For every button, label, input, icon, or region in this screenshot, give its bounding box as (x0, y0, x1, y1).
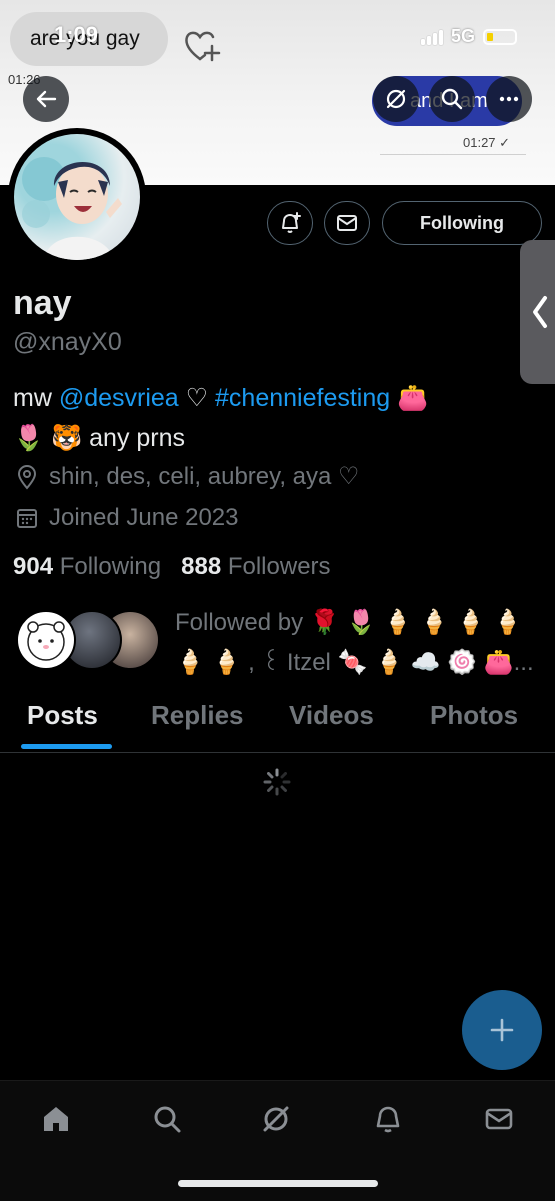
more-button[interactable] (486, 76, 532, 122)
compose-button[interactable] (462, 990, 542, 1070)
bio-emoji: 👛 (390, 384, 429, 412)
bio-line-2: 🌷 🐯 any prns (13, 424, 186, 452)
notifications-icon[interactable] (372, 1103, 404, 1135)
signal-icon (420, 29, 443, 45)
location-row: shin, des, celi, aubrey, aya ♡ (15, 462, 360, 491)
chevron-left-icon (533, 296, 547, 328)
status-indicators: 5G (420, 26, 517, 47)
status-time: 1:09 (54, 22, 99, 47)
avatar-image (14, 134, 140, 260)
home-icon[interactable] (40, 1103, 72, 1135)
search-icon[interactable] (151, 1103, 183, 1135)
followers-count: 888 (181, 553, 222, 580)
profile-avatar[interactable] (8, 128, 146, 266)
grok-button[interactable] (373, 76, 419, 122)
back-button[interactable] (23, 76, 69, 122)
notify-button[interactable] (267, 201, 313, 245)
following-label: Following (59, 553, 162, 580)
follower-avatar-1[interactable] (16, 610, 76, 670)
tab-videos[interactable]: Videos (289, 700, 374, 731)
location-pin-icon (17, 464, 37, 490)
notification-plus-icon (282, 212, 301, 233)
home-indicator (178, 1180, 378, 1187)
plus-icon (490, 1018, 514, 1042)
tab-posts[interactable]: Posts (27, 700, 98, 731)
bio: mw @desvriea ♡ #chenniefesting 👛 🌷 🐯 any… (13, 378, 543, 458)
mail-icon (337, 215, 357, 231)
message-button[interactable] (324, 201, 370, 245)
following-count-link[interactable]: 904 Following (13, 553, 161, 580)
location-text: shin, des, celi, aubrey, aya ♡ (49, 463, 360, 490)
side-panel-handle[interactable] (520, 240, 555, 384)
grok-icon[interactable] (260, 1103, 292, 1135)
following-button[interactable]: Following (382, 201, 542, 245)
user-handle: @xnayX0 (13, 328, 122, 356)
followers-label: Followers (227, 553, 331, 580)
joined-text: Joined June 2023 (49, 504, 239, 531)
network-label: 5G (450, 26, 475, 46)
divider (380, 154, 526, 155)
active-tab-indicator (21, 744, 112, 749)
avatar-illustration (22, 157, 122, 260)
more-icon (499, 96, 519, 102)
display-name: nay (13, 284, 72, 322)
messages-icon[interactable] (483, 1103, 515, 1135)
battery-icon (483, 28, 517, 45)
tab-photos[interactable]: Photos (430, 700, 518, 731)
follow-counts: 904 Following 888 Followers (13, 553, 331, 581)
heart-plus-icon (185, 31, 221, 62)
grok-icon (386, 89, 406, 109)
back-arrow-icon (36, 90, 57, 108)
bio-text: ♡ (178, 384, 216, 412)
joined-row: Joined June 2023 (15, 504, 239, 532)
loading-spinner-icon (263, 768, 291, 796)
following-count: 904 (13, 553, 54, 580)
followers-count-link[interactable]: 888 Followers (181, 553, 330, 580)
search-icon (441, 88, 463, 110)
bio-text: mw (13, 384, 59, 412)
followed-by-text[interactable]: Followed by 🌹 🌷 🍦 🍦 🍦 🍦 🍦 🍦 , ꒰ Itzel 🍬 … (175, 603, 535, 683)
bio-hashtag-link[interactable]: #chenniefesting (215, 384, 390, 412)
bio-mention-link[interactable]: @desvriea (59, 384, 179, 412)
bear-sticker-icon (27, 621, 65, 661)
search-button[interactable] (429, 76, 475, 122)
outgoing-message-time: 01:27 ✓ (463, 135, 511, 150)
tab-replies[interactable]: Replies (151, 700, 244, 731)
calendar-icon (17, 509, 37, 528)
